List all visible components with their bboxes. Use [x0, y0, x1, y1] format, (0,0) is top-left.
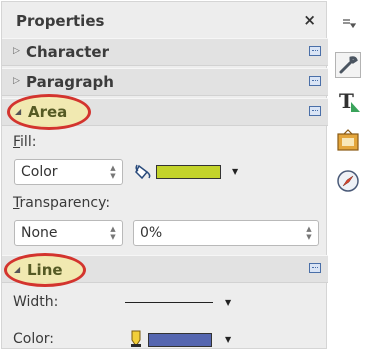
collapse-triangle-icon: ◢ — [14, 265, 21, 274]
line-width-preview[interactable] — [125, 302, 213, 303]
fill-type-select[interactable]: Color ▲ ▼ — [14, 159, 123, 185]
more-options-icon[interactable] — [309, 263, 321, 273]
section-paragraph[interactable]: ▷ Paragraph — [2, 68, 328, 96]
expand-triangle-icon: ▷ — [13, 46, 20, 56]
properties-panel: Properties × ▷ Character ▷ Paragraph ◢ A… — [1, 1, 328, 349]
more-options-icon[interactable] — [309, 106, 321, 116]
spin-arrows-icon[interactable]: ▲ ▼ — [305, 225, 313, 241]
chevron-down-icon[interactable]: ▼ — [232, 167, 238, 176]
panel-title: Properties — [16, 12, 105, 30]
expand-triangle-icon: ▷ — [13, 76, 20, 86]
navigator-compass-icon[interactable] — [335, 168, 361, 194]
collapse-triangle-icon: ◢ — [15, 107, 22, 116]
styles-T-icon[interactable]: T — [335, 88, 361, 114]
deck-menu-icon[interactable] — [342, 18, 356, 30]
section-line-label: Line — [27, 261, 63, 279]
line-color-swatch[interactable] — [148, 333, 212, 347]
section-character-label: Character — [26, 43, 109, 61]
chevron-down-icon[interactable]: ▼ — [225, 298, 231, 307]
section-area-label: Area — [28, 103, 68, 121]
more-options-icon[interactable] — [309, 46, 321, 56]
properties-wrench-icon[interactable] — [335, 52, 361, 78]
more-options-icon[interactable] — [309, 76, 321, 86]
transparency-label: Transparency: — [13, 195, 111, 211]
close-icon[interactable]: × — [303, 11, 316, 29]
section-line[interactable]: ◢ Line — [2, 253, 328, 287]
sidebar-tab-deck: T — [330, 0, 367, 350]
transparency-mode-select[interactable]: None ▲ ▼ — [14, 220, 123, 246]
section-character[interactable]: ▷ Character — [2, 38, 328, 66]
paint-bucket-icon[interactable] — [134, 162, 156, 182]
line-color-pen-icon[interactable] — [128, 329, 144, 349]
section-paragraph-label: Paragraph — [26, 73, 114, 91]
fill-label: Fill: — [13, 134, 37, 150]
transparency-value-field[interactable]: 0% ▲ ▼ — [133, 220, 319, 246]
gallery-icon[interactable] — [335, 128, 361, 154]
chevron-down-icon[interactable]: ▼ — [225, 335, 231, 344]
line-color-label: Color: — [13, 331, 55, 347]
fill-type-value: Color — [21, 164, 58, 180]
transparency-value: 0% — [140, 225, 163, 241]
line-width-label: Width: — [13, 294, 59, 310]
section-area[interactable]: ◢ Area — [2, 94, 328, 130]
transparency-mode-value: None — [21, 225, 58, 241]
fill-color-swatch[interactable] — [156, 165, 221, 179]
panel-titlebar: Properties × — [2, 2, 328, 36]
spin-arrows-icon[interactable]: ▲ ▼ — [109, 225, 117, 241]
spin-arrows-icon[interactable]: ▲ ▼ — [109, 164, 117, 180]
